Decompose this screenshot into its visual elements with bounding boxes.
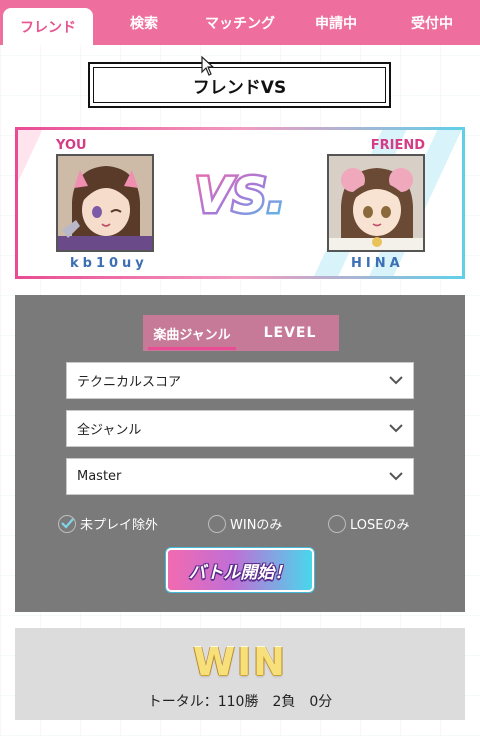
you-avatar-image	[58, 156, 152, 250]
tab-matching[interactable]: マッチング	[192, 0, 288, 45]
exclude-unplayed-option[interactable]: 未プレイ除外	[58, 514, 158, 533]
battle-result-panel: WIN トータル：110勝 2負 0分	[15, 628, 465, 720]
difficulty-select[interactable]: Master	[66, 458, 414, 495]
filter-options: 未プレイ除外 WINのみ LOSEのみ	[58, 514, 438, 536]
tab-applying[interactable]: 申請中	[288, 0, 384, 45]
score-type-select[interactable]: テクニカルスコア	[66, 362, 414, 399]
subtab-genre[interactable]: 楽曲ジャンル	[143, 315, 241, 351]
checkbox-unchecked[interactable]	[328, 514, 346, 533]
tab-received[interactable]: 受付中	[384, 0, 480, 45]
checkbox-checked[interactable]	[58, 514, 76, 533]
friend-avatar-image	[329, 156, 423, 250]
you-label: YOU	[56, 138, 87, 153]
win-only-label: WINのみ	[230, 518, 283, 533]
subtab-level[interactable]: LEVEL	[241, 315, 339, 351]
you-player-name: kb10uy	[70, 256, 148, 271]
vs-panel: YOU FRIEND kb10uy VS. VS. HINA	[15, 127, 465, 279]
score-type-value: テクニカルスコア	[77, 375, 182, 390]
page-title-box: フレンドVS	[88, 62, 391, 108]
exclude-unplayed-label: 未プレイ除外	[80, 518, 159, 533]
genre-select[interactable]: 全ジャンル	[66, 410, 414, 447]
result-status: WIN	[193, 640, 287, 684]
difficulty-value: Master	[77, 469, 122, 484]
checkmark-icon	[60, 518, 74, 529]
result-record: トータル：110勝 2負 0分	[147, 694, 333, 710]
tab-friend[interactable]: フレンド	[3, 8, 93, 45]
checkbox-unchecked[interactable]	[208, 514, 226, 533]
battle-settings-panel: 楽曲ジャンル LEVEL テクニカルスコア 全ジャンル Master 未プレイ除…	[15, 295, 465, 612]
top-tab-bar: フレンド 検索 マッチング 申請中 受付中	[0, 0, 480, 45]
start-battle-label: バトル開始！	[188, 562, 292, 583]
vs-logo: VS. VS.	[193, 168, 287, 220]
tab-search[interactable]: 検索	[96, 0, 192, 45]
friend-label: FRIEND	[370, 138, 425, 153]
chevron-down-icon	[389, 472, 403, 481]
win-only-option[interactable]: WINのみ	[208, 514, 282, 533]
mouse-cursor-icon	[201, 56, 215, 76]
lose-only-label: LOSEのみ	[350, 518, 410, 533]
friend-avatar	[327, 154, 425, 252]
page-title: フレンドVS	[93, 67, 386, 103]
setting-subtabs: 楽曲ジャンル LEVEL	[143, 315, 339, 351]
svg-text:VS.: VS.	[195, 168, 285, 220]
chevron-down-icon	[389, 424, 403, 433]
start-battle-button[interactable]: バトル開始！	[166, 548, 314, 592]
chevron-down-icon	[389, 376, 403, 385]
friend-player-name: HINA	[351, 256, 404, 271]
you-avatar	[56, 154, 154, 252]
genre-value: 全ジャンル	[77, 423, 142, 438]
lose-only-option[interactable]: LOSEのみ	[328, 514, 409, 533]
